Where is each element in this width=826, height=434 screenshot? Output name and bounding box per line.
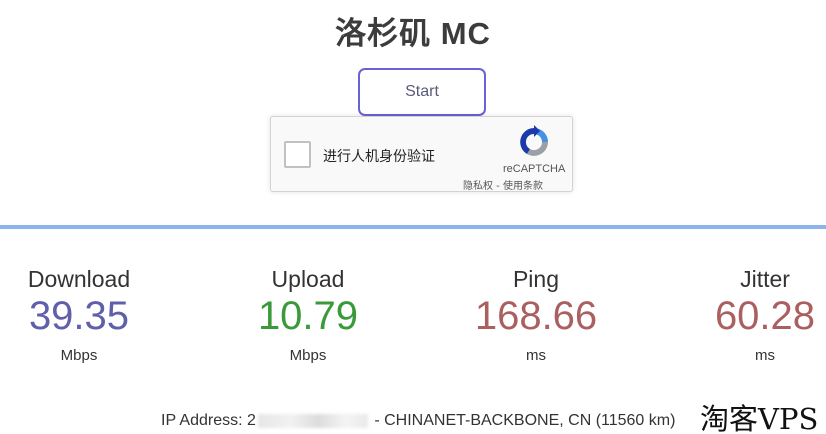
metric-label: Download	[27, 266, 131, 292]
recaptcha-brand: reCAPTCHA	[503, 163, 566, 175]
watermark: 淘客VPS	[700, 402, 819, 434]
metric-value: 39.35	[28, 294, 130, 338]
recaptcha-widget: 进行人机身份验证 reCAPTCHA 隐私权 - 使用条款	[270, 116, 573, 192]
metric-unit: ms	[755, 347, 775, 364]
metric-ping: Ping 168.66 ms	[451, 266, 621, 364]
metric-label: Ping	[512, 266, 560, 292]
metric-value: 10.79	[257, 294, 359, 338]
metric-unit: Mbps	[289, 347, 327, 364]
section-divider	[0, 225, 826, 229]
recaptcha-links: 隐私权 - 使用条款	[463, 177, 543, 192]
isp-info: - CHINANET-BACKBONE, CN (11560 km)	[374, 412, 676, 429]
page-title: 洛杉矶 MC	[335, 16, 491, 51]
start-button[interactable]: Start	[358, 68, 486, 116]
metric-label: Jitter	[740, 266, 790, 292]
metric-upload: Upload 10.79 Mbps	[223, 266, 393, 364]
ip-prefix: IP Address: 2	[161, 412, 256, 429]
metric-download: Download 39.35 Mbps	[0, 266, 164, 364]
ip-address-info: IP Address: 2 - CHINANET-BACKBONE, CN (1…	[161, 412, 675, 430]
metric-jitter: Jitter 60.28 ms	[680, 266, 826, 364]
recaptcha-logo-icon	[520, 125, 548, 156]
metric-label: Upload	[271, 266, 345, 292]
metric-unit: Mbps	[60, 347, 98, 364]
metric-value: 60.28	[714, 294, 816, 338]
captcha-checkbox[interactable]	[284, 141, 311, 168]
metric-value: 168.66	[474, 294, 598, 338]
captcha-label: 进行人机身份验证	[323, 149, 435, 165]
speedtest-page: 洛杉矶 MC Start 进行人机身份验证 reCAPTCHA 隐私权 - 使用…	[0, 0, 826, 434]
terms-link[interactable]: 使用条款	[503, 181, 543, 192]
link-separator: -	[493, 181, 503, 192]
privacy-link[interactable]: 隐私权	[463, 181, 493, 192]
metric-unit: ms	[526, 347, 546, 364]
redacted-ip	[257, 413, 368, 428]
